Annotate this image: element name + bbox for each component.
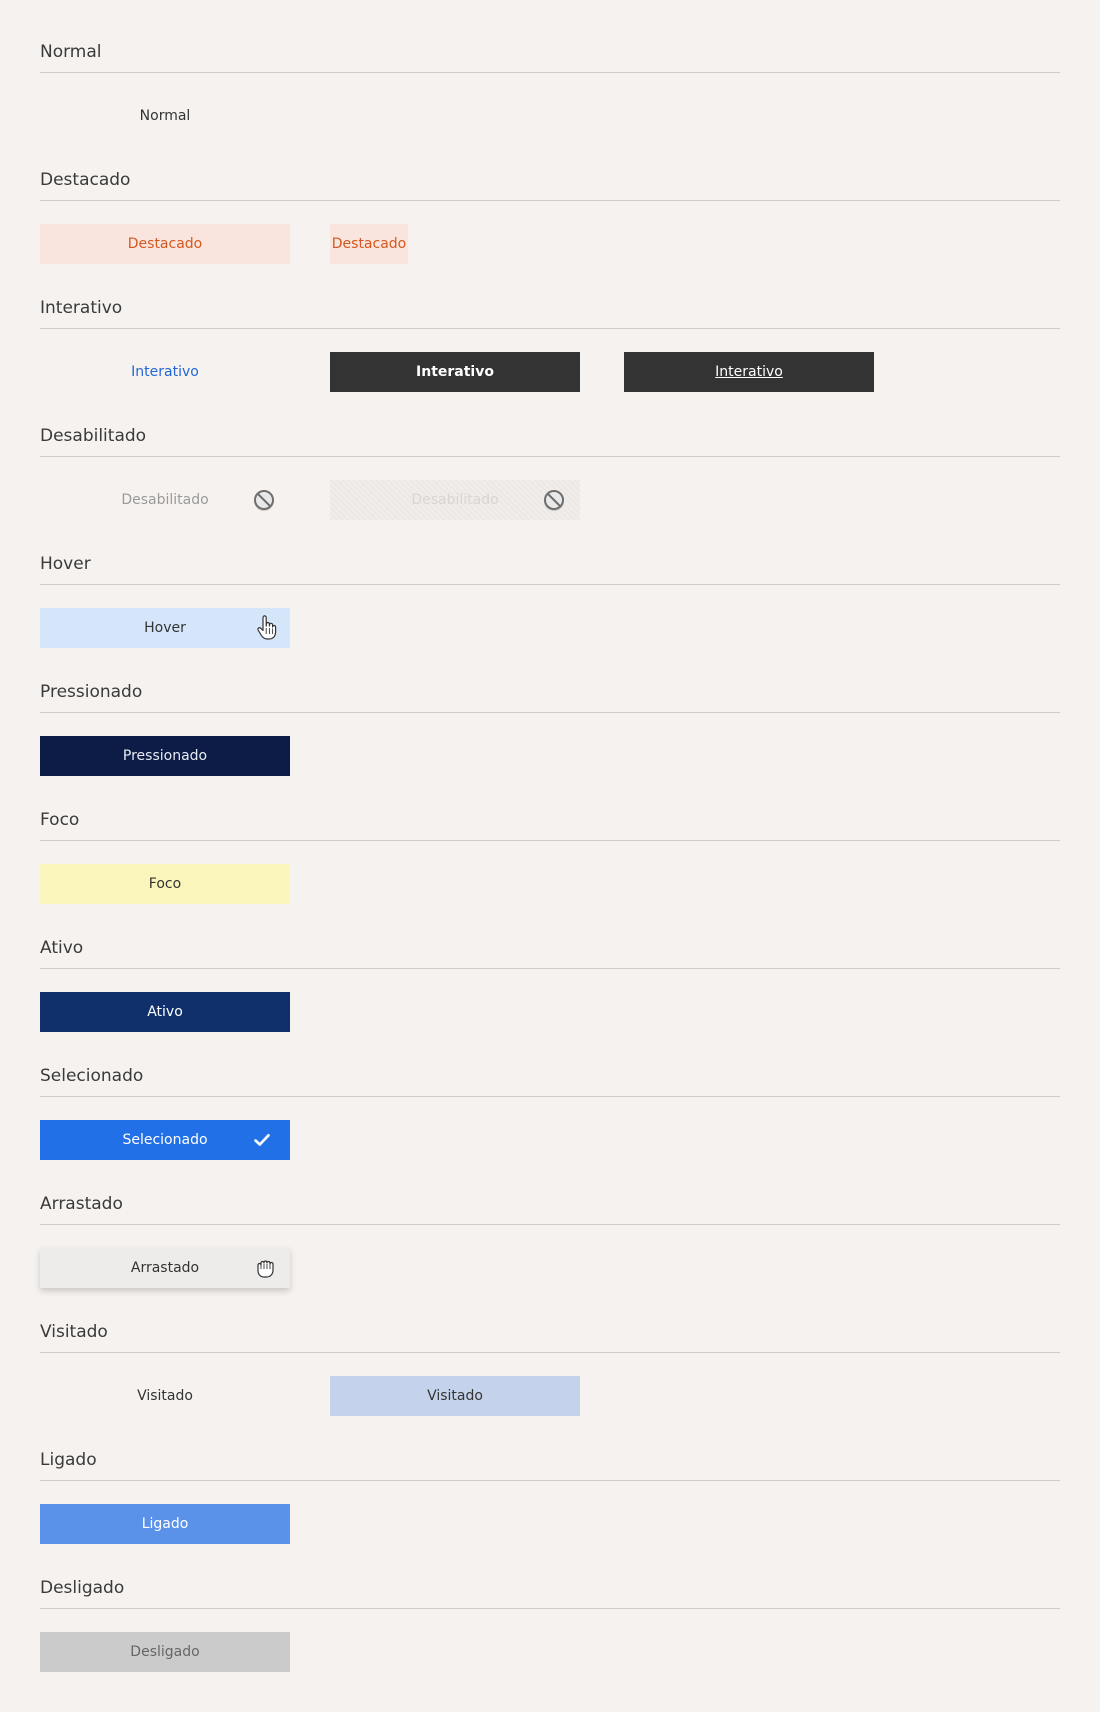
- divider: [40, 1224, 1060, 1225]
- section-title: Desabilitado: [40, 426, 147, 446]
- destacado-compact-button[interactable]: Destacado: [330, 224, 408, 264]
- divider: [40, 328, 1060, 329]
- visitado-filled-button[interactable]: Visitado: [330, 1376, 580, 1416]
- button-label: Desabilitado: [121, 492, 209, 508]
- section-title: Desligado: [40, 1578, 125, 1598]
- divider: [40, 712, 1060, 713]
- section-title: Pressionado: [40, 682, 143, 702]
- desabilitado-faded-button[interactable]: Desabilitado: [330, 480, 580, 520]
- desligado-button[interactable]: Desligado: [40, 1632, 290, 1672]
- button-label: Arrastado: [130, 1260, 200, 1276]
- button-label: Foco: [148, 876, 182, 892]
- divider: [40, 840, 1060, 841]
- ativo-button[interactable]: Ativo: [40, 992, 290, 1032]
- arrastado-button[interactable]: Arrastado: [40, 1248, 290, 1288]
- divider: [40, 72, 1060, 73]
- section-title: Foco: [40, 810, 80, 830]
- disabled-icon: [542, 488, 566, 512]
- divider: [40, 200, 1060, 201]
- section-title: Destacado: [40, 170, 131, 190]
- interativo-link-button[interactable]: Interativo: [40, 352, 290, 392]
- section-title: Arrastado: [40, 1194, 123, 1214]
- disabled-icon: [252, 488, 276, 512]
- divider: [40, 1352, 1060, 1353]
- section-title: Normal: [40, 42, 102, 62]
- interativo-underlined-button[interactable]: Interativo: [624, 352, 874, 392]
- button-label: Interativo: [131, 364, 199, 380]
- section-title: Ligado: [40, 1450, 97, 1470]
- section-title: Interativo: [40, 298, 123, 318]
- ligado-button[interactable]: Ligado: [40, 1504, 290, 1544]
- button-label: Visitado: [427, 1388, 483, 1404]
- interativo-dark-button[interactable]: Interativo: [330, 352, 580, 392]
- button-label: Desligado: [130, 1644, 200, 1660]
- divider: [40, 968, 1060, 969]
- divider: [40, 1096, 1060, 1097]
- button-label: Hover: [144, 620, 186, 636]
- button-label: Selecionado: [122, 1132, 208, 1148]
- divider: [40, 456, 1060, 457]
- button-label: Destacado: [331, 236, 407, 252]
- desabilitado-button[interactable]: Desabilitado: [40, 480, 290, 520]
- hand-pointer-icon: [256, 615, 278, 641]
- pressionado-button[interactable]: Pressionado: [40, 736, 290, 776]
- button-label: Interativo: [715, 364, 783, 380]
- button-label: Visitado: [137, 1388, 193, 1404]
- section-title: Ativo: [40, 938, 84, 958]
- divider: [40, 1608, 1060, 1609]
- normal-button[interactable]: Normal: [40, 96, 290, 136]
- grab-hand-icon: [254, 1257, 278, 1279]
- button-label: Desabilitado: [411, 492, 499, 508]
- button-label: Pressionado: [122, 748, 208, 764]
- button-label: Destacado: [127, 236, 203, 252]
- visitado-link-button[interactable]: Visitado: [40, 1376, 290, 1416]
- section-title: Selecionado: [40, 1066, 144, 1086]
- destacado-button[interactable]: Destacado: [40, 224, 290, 264]
- divider: [40, 1480, 1060, 1481]
- section-title: Visitado: [40, 1322, 108, 1342]
- divider: [40, 584, 1060, 585]
- button-label: Ativo: [147, 1004, 183, 1020]
- button-label: Normal: [139, 108, 191, 124]
- hover-button[interactable]: Hover: [40, 608, 290, 648]
- foco-button[interactable]: Foco: [40, 864, 290, 904]
- section-title: Hover: [40, 554, 91, 574]
- checkmark-icon: [254, 1134, 270, 1147]
- button-label: Interativo: [416, 364, 494, 380]
- selecionado-button[interactable]: Selecionado: [40, 1120, 290, 1160]
- button-label: Ligado: [141, 1516, 189, 1532]
